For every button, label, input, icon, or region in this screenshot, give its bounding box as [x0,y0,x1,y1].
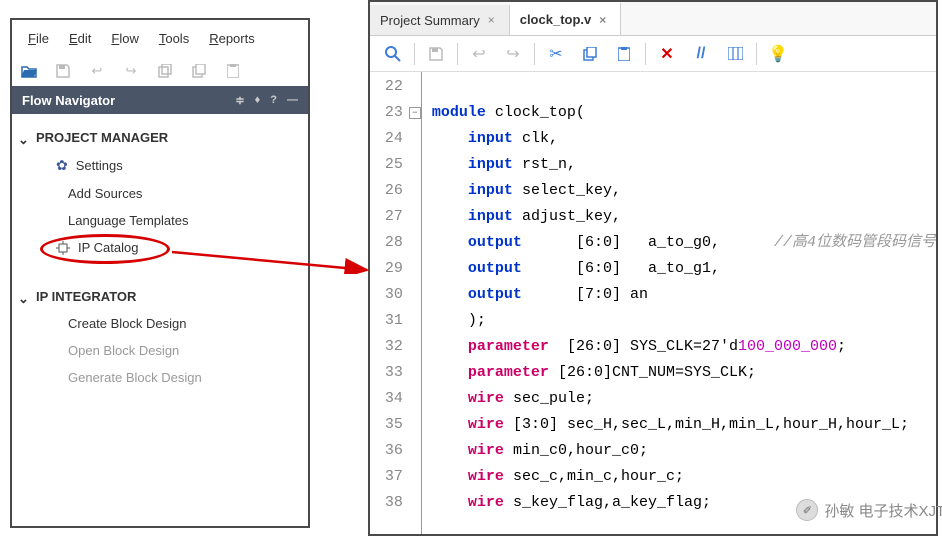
section-heading-label: IP INTEGRATOR [36,289,136,304]
nav-settings-icon[interactable]: ♦ [255,94,261,107]
copy-stack-icon[interactable] [156,62,174,80]
line-number-gutter: 2223242526272829303132333435363738 [370,72,409,534]
search-icon[interactable] [378,40,408,68]
nav-help-icon[interactable]: ? [270,94,277,107]
tab-label: Project Summary [380,13,480,28]
nav-item-add-sources[interactable]: Add Sources [12,180,308,207]
nav-item-label: Open Block Design [68,343,179,358]
code-content[interactable]: module clock_top( input clk, input rst_n… [422,72,936,534]
section-ip-integrator[interactable]: ⌄ IP INTEGRATOR [12,283,308,310]
redo-icon[interactable]: ↪ [122,62,140,80]
editor-toolbar: ↩ ↪ ✂ ✕ // 💡 [370,36,936,72]
nav-item-label: Language Templates [68,213,188,228]
nav-item-label: IP Catalog [78,240,138,255]
section-project-manager[interactable]: ⌄ PROJECT MANAGER [12,124,308,151]
nav-item-label: Create Block Design [68,316,187,331]
watermark: ✐ 孙敏 电子技术XJTU [796,499,942,521]
bulb-icon[interactable]: 💡 [763,40,793,68]
nav-item-label: Settings [76,158,123,173]
nav-item-settings[interactable]: ✿ Settings [12,151,308,180]
nav-minimize-icon[interactable]: — [287,94,298,107]
vivado-left-panel: File Edit Flow Tools Reports ↩ ↪ Flow Na… [10,18,310,528]
columns-icon[interactable] [720,40,750,68]
menu-tools[interactable]: Tools [151,27,197,50]
menu-edit[interactable]: Edit [61,27,99,50]
tab-clock-top[interactable]: clock_top.v × [510,2,622,35]
save-icon[interactable] [421,40,451,68]
watermark-text: 孙敏 电子技术XJTU [824,500,942,521]
paste-icon[interactable] [609,40,639,68]
copy-icon[interactable] [575,40,605,68]
nav-item-ip-catalog[interactable]: IP Catalog [12,234,308,261]
nav-item-language-templates[interactable]: Language Templates [12,207,308,234]
tab-strip: Project Summary × clock_top.v × [370,2,936,36]
close-icon[interactable]: × [488,13,495,27]
copy-icon[interactable] [190,62,208,80]
nav-item-create-block-design[interactable]: Create Block Design [12,310,308,337]
code-editor[interactable]: 2223242526272829303132333435363738 − mod… [370,72,936,534]
menubar: File Edit Flow Tools Reports [12,20,308,56]
flow-navigator-title: Flow Navigator [22,93,115,108]
chevron-down-icon: ⌄ [18,132,29,148]
open-icon[interactable] [20,62,38,80]
flow-navigator-body: ⌄ PROJECT MANAGER ✿ Settings Add Sources… [12,114,308,526]
delete-icon[interactable]: ✕ [652,40,682,68]
chevron-down-icon: ⌄ [18,291,29,307]
nav-item-generate-block-design[interactable]: Generate Block Design [12,364,308,391]
tab-label: clock_top.v [520,12,592,27]
close-icon[interactable]: × [599,13,606,27]
nav-title-icons: ≑ ♦ ? — [235,94,298,107]
paste-icon[interactable] [224,62,242,80]
undo-icon[interactable]: ↩ [88,62,106,80]
nav-collapse-icon[interactable]: ≑ [235,94,244,107]
nav-item-open-block-design[interactable]: Open Block Design [12,337,308,364]
comment-icon[interactable]: // [686,40,716,68]
redo-icon[interactable]: ↪ [498,40,528,68]
menu-file[interactable]: File [20,27,57,50]
main-toolbar: ↩ ↪ [12,56,308,86]
nav-item-label: Add Sources [68,186,142,201]
fold-gutter[interactable]: − [409,72,422,534]
wechat-icon: ✐ [796,499,818,521]
flow-navigator-titlebar: Flow Navigator ≑ ♦ ? — [12,86,308,114]
undo-icon[interactable]: ↩ [464,40,494,68]
tab-project-summary[interactable]: Project Summary × [370,5,510,35]
menu-reports[interactable]: Reports [201,27,263,50]
ip-icon [56,241,70,255]
nav-item-label: Generate Block Design [68,370,202,385]
save-icon[interactable] [54,62,72,80]
section-heading-label: PROJECT MANAGER [36,130,168,145]
menu-flow[interactable]: Flow [103,27,146,50]
editor-panel: Project Summary × clock_top.v × ↩ ↪ ✂ ✕ … [368,0,938,536]
cut-icon[interactable]: ✂ [541,40,571,68]
gear-icon: ✿ [56,157,68,174]
